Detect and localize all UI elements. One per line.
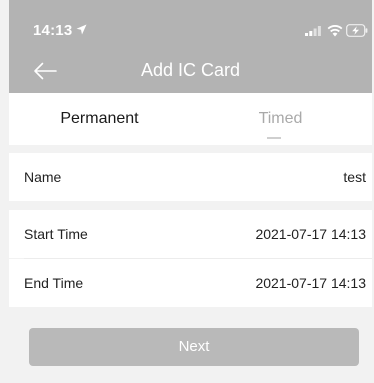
end-time-value[interactable]: 2021-07-17 14:13 [255,275,366,291]
tab-permanent[interactable]: Permanent [9,110,190,128]
page-title: Add IC Card [140,60,241,80]
start-time-value[interactable]: 2021-07-17 14:13 [255,226,366,242]
end-time-row[interactable]: End Time 2021-07-17 14:13 [9,259,372,307]
name-row[interactable]: Name test [9,153,372,201]
name-label: Name [24,169,62,185]
status-time: 14:13 [33,22,73,39]
cellular-signal-icon [305,26,321,36]
start-time-row[interactable]: Start Time 2021-07-17 14:13 [9,210,372,258]
tab-timed[interactable]: Timed [190,110,371,128]
tab-bar: Permanent Timed [9,93,372,145]
status-bar: 14:13 [9,0,372,52]
location-arrow-icon [76,24,87,35]
name-value[interactable]: test [343,169,366,185]
wifi-icon [327,25,343,37]
next-button[interactable]: Next [29,328,359,366]
tab-indicator [267,137,281,139]
app-frame: 14:13 Add IC Card Permanent Timed Name t… [9,0,372,383]
start-time-label: Start Time [24,226,88,242]
end-time-label: End Time [24,275,84,291]
battery-charging-icon [346,24,368,37]
header: 14:13 Add IC Card [9,0,372,93]
